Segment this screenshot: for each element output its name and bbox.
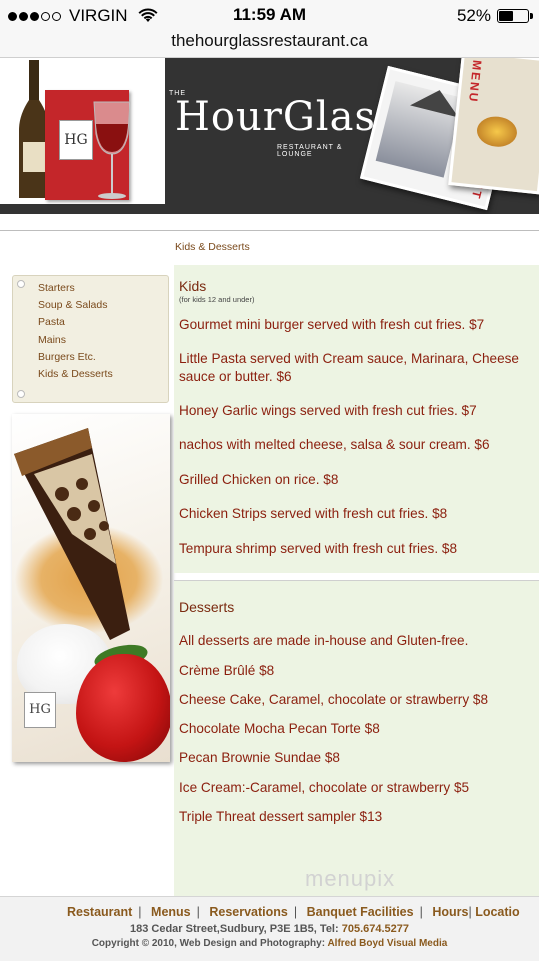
battery-percent: 52% <box>456 6 491 25</box>
sidebar-item-mains[interactable]: Mains <box>38 332 113 349</box>
sidebar-menu: Starters Soup & Salads Pasta Mains Burge… <box>12 275 169 403</box>
wine-glass-image <box>93 101 131 199</box>
sidebar-item-burgers[interactable]: Burgers Etc. <box>38 349 113 366</box>
dessert-menu-item: Crème Brûlé $8 <box>179 663 275 678</box>
photo-logo-mark: HG <box>24 692 56 728</box>
kids-menu-item: Tempura shrimp served with fresh cut fri… <box>179 541 458 556</box>
sidebar-list: Starters Soup & Salads Pasta Mains Burge… <box>38 280 113 383</box>
footer-address: 183 Cedar Street,Sudbury, P3E 1B5, Tel: … <box>0 923 539 935</box>
footer-link-location[interactable]: Locatio <box>475 905 519 919</box>
footer-copyright: Copyright © 2010, Web Design and Photogr… <box>0 938 539 949</box>
desserts-heading: Desserts <box>179 599 235 615</box>
chocolate-torte-image <box>14 428 130 640</box>
status-bar: VIRGIN 11:59 AM 52% <box>0 0 539 30</box>
footer-link-restaurant[interactable]: Restaurant <box>67 905 132 919</box>
kids-menu-item: Gourmet mini burger served with fresh cu… <box>179 317 485 332</box>
corner-dot-icon <box>17 390 25 398</box>
corner-dot-icon <box>17 280 25 288</box>
kids-heading: Kids <box>179 278 207 294</box>
footer-link-hours[interactable]: Hours <box>432 905 468 919</box>
desserts-section: Desserts All desserts are made in-house … <box>174 580 539 897</box>
sidebar-item-starters[interactable]: Starters <box>38 280 113 297</box>
phone-number[interactable]: 705.674.5277 <box>342 923 409 935</box>
restaurant-logo[interactable]: THE HourGlass RESTAURANT & LOUNGE <box>165 86 397 176</box>
footer-link-banquet[interactable]: Banquet Facilities <box>307 905 414 919</box>
kids-menu-item: Honey Garlic wings served with fresh cut… <box>179 403 477 418</box>
kids-note: (for kids 12 and under) <box>179 295 255 304</box>
address-bar[interactable]: thehourglassrestaurant.ca <box>0 30 539 58</box>
footer-nav: Restaurant | Menus | Reservations | Banquet… <box>67 905 520 919</box>
dessert-menu-item: Cheese Cake, Caramel, chocolate or straw… <box>179 692 489 707</box>
kids-section: Kids (for kids 12 and under) Gourmet min… <box>174 265 539 573</box>
dessert-menu-item: Triple Threat dessert sampler $13 <box>179 809 383 824</box>
copyright-text: Copyright © 2010, Web Design and Photogr… <box>91 938 326 949</box>
sidebar-item-kids-desserts[interactable]: Kids & Desserts <box>38 366 113 383</box>
desserts-note: All desserts are made in-house and Glute… <box>179 633 469 648</box>
address-text: 183 Cedar Street,Sudbury, P3E 1B5, Tel: <box>129 923 339 935</box>
footer-link-reservations[interactable]: Reservations <box>209 905 288 919</box>
dessert-menu-item: Pecan Brownie Sundae $8 <box>179 750 340 765</box>
breadcrumb[interactable]: Kids & Desserts <box>175 241 250 253</box>
sidebar-item-pasta[interactable]: Pasta <box>38 314 113 331</box>
kids-menu-item: Little Pasta served with Cream sauce, Ma… <box>179 351 519 384</box>
watermark: menupix <box>305 866 396 891</box>
footer: Restaurant | Menus | Reservations | Banquet… <box>0 896 539 961</box>
dessert-menu-item: Chocolate Mocha Pecan Torte $8 <box>179 721 380 736</box>
battery-group: 52% <box>456 6 533 26</box>
credit-link[interactable]: Alfred Boyd Visual Media <box>327 938 447 949</box>
sidebar-item-soup-salads[interactable]: Soup & Salads <box>38 297 113 314</box>
dessert-menu-item: Ice Cream:-Caramel, chocolate or strawbe… <box>179 780 470 795</box>
strawberry-image <box>76 654 170 762</box>
footer-link-menus[interactable]: Menus <box>151 905 191 919</box>
kids-menu-item: Chicken Strips served with fresh cut fri… <box>179 506 448 521</box>
banner-divider <box>0 214 539 231</box>
kids-menu-item: Grilled Chicken on rice. $8 <box>179 472 339 487</box>
battery-icon <box>497 9 533 23</box>
header-banner: HG THE HourGlass RESTAURANT & LOUNGE RES… <box>0 58 539 214</box>
dessert-photo: HG <box>12 414 170 762</box>
banner-product-photo: HG <box>0 58 165 204</box>
kids-menu-item: nachos with melted cheese, salsa & sour … <box>179 437 490 452</box>
food-photo: MENU <box>448 58 539 195</box>
book-logo-mark: HG <box>59 120 93 160</box>
logo-tagline: RESTAURANT & LOUNGE <box>277 144 343 158</box>
logo-name: HourGlass <box>175 94 398 140</box>
